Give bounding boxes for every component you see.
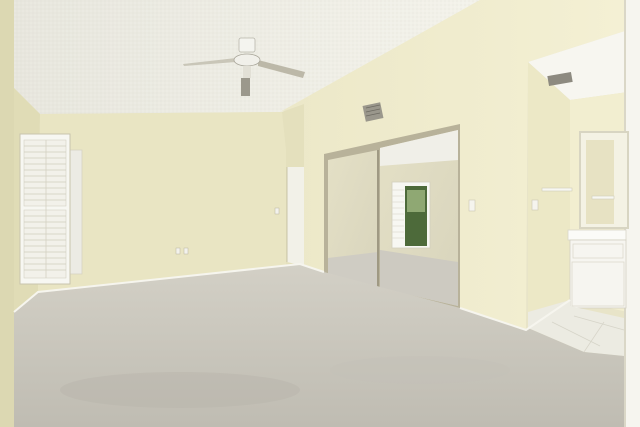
- plantation-shutter: [19, 133, 71, 285]
- wall-outlet-3: [274, 207, 280, 215]
- bedroom-photo: [0, 0, 640, 427]
- wall-outlet-2: [183, 247, 189, 255]
- left-edge-wall: [0, 0, 14, 427]
- towel-bar-right: [591, 195, 615, 200]
- vanity-cabinet: [569, 239, 627, 309]
- vanity-counter: [567, 229, 627, 241]
- wall-outlet-1: [175, 247, 181, 255]
- light-switch-main: [468, 199, 476, 212]
- towel-bar-left: [541, 187, 573, 192]
- open-doorway: [287, 167, 304, 266]
- bathroom-wall: [528, 62, 570, 312]
- light-switch: [531, 199, 539, 211]
